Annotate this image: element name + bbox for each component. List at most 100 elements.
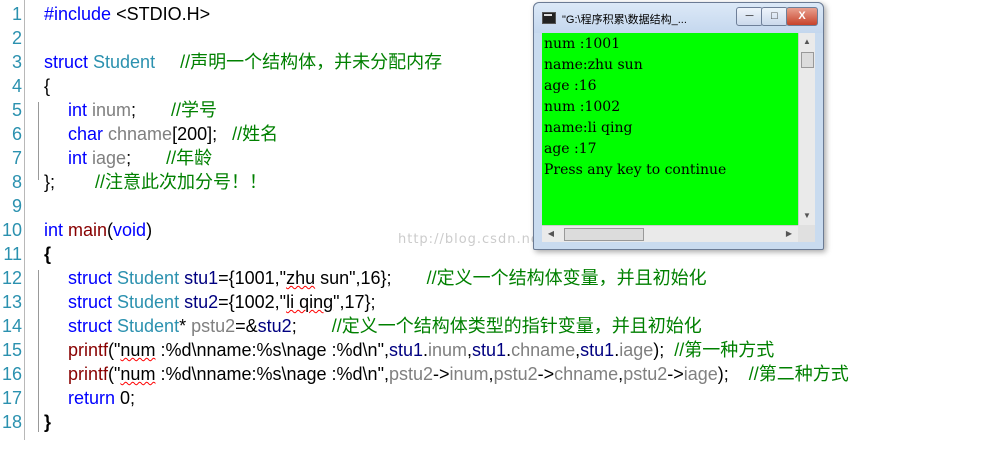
line-number: 4 [11, 76, 22, 96]
struct-name: Student [88, 52, 156, 72]
scroll-down-arrow-icon[interactable]: ▼ [799, 208, 815, 224]
line-number: 17 [1, 388, 22, 408]
horizontal-scrollbar[interactable]: ◀ ▶ [542, 225, 798, 242]
vertical-scrollbar[interactable]: ▲ ▼ [798, 33, 815, 225]
operator: =& [235, 316, 258, 336]
keyword: struct [68, 292, 113, 312]
line-number: 9 [11, 196, 22, 216]
member-ref: chname [554, 364, 619, 384]
variable-ref: stu1 [580, 340, 615, 360]
main-block-guide [38, 270, 39, 432]
resize-grip[interactable] [798, 225, 815, 242]
code-line-14: struct Student* pstu2=&stu2; //定义一个结构体类型… [44, 314, 702, 338]
line-number: 16 [1, 364, 22, 384]
struct-block-guide [38, 102, 39, 180]
punctuation: [200]; [172, 124, 218, 144]
variable-ref: pstu2 [388, 364, 434, 384]
line-number: 2 [11, 28, 22, 48]
code-editor[interactable]: 1 2 3 4 5 6 7 8 9 10 11 12 13 14 15 16 1… [0, 0, 988, 460]
punctuation: ); [653, 340, 665, 360]
include-header: <STDIO.H> [111, 4, 211, 24]
console-line: age :17 [544, 141, 597, 157]
console-window[interactable]: "G:\程序积累\数据结构_... ─ □ X num :1001 name:z… [533, 2, 824, 250]
console-line: name:zhu sun [544, 57, 643, 73]
return-value: 0; [115, 388, 136, 408]
watermark: http://blog.csdn.net/ [398, 232, 552, 247]
console-output[interactable]: num :1001 name:zhu sun age :16 num :1002… [542, 33, 798, 225]
code-line-4: { [44, 74, 50, 98]
gutter-divider [24, 0, 25, 440]
console-titlebar[interactable]: "G:\程序积累\数据结构_... ─ □ X [534, 3, 823, 33]
minimize-button[interactable]: ─ [736, 7, 763, 26]
struct-name: Student [112, 316, 180, 336]
keyword: void [113, 220, 147, 240]
keyword: struct [68, 268, 113, 288]
console-line: num :1002 [544, 99, 621, 115]
code-line-8: }; //注意此次加分号！！ [44, 170, 267, 194]
variable-name: stu2 [179, 292, 219, 312]
variable-name: pstu2 [186, 316, 236, 336]
code-line-12: struct Student stu1={1001,"zhu sun",16};… [44, 266, 707, 290]
code-line-5: int inum; //学号 [44, 98, 217, 122]
comment: //年龄 [131, 148, 213, 168]
comment: //定义一个结构体类型的指针变量，并且初始化 [296, 316, 702, 336]
maximize-button[interactable]: □ [761, 7, 788, 26]
operator: -> [433, 364, 450, 384]
console-line: age :16 [544, 78, 597, 94]
format-string: num [120, 364, 156, 384]
initializer: sun",16}; [315, 268, 392, 288]
line-number: 3 [11, 52, 22, 72]
code-line-16: printf("num :%d\nname:%s\nage :%d\n",pst… [44, 362, 849, 386]
code-line-3: struct Student //声明一个结构体，并未分配内存 [44, 50, 442, 74]
code-line-15: printf("num :%d\nname:%s\nage :%d\n",stu… [44, 338, 774, 362]
punctuation: ) [146, 220, 153, 240]
member-name: iage [87, 148, 127, 168]
line-number: 7 [11, 148, 22, 168]
member-ref: chname [511, 340, 576, 360]
variable-ref: pstu2 [493, 364, 538, 384]
scroll-left-arrow-icon[interactable]: ◀ [543, 226, 559, 242]
initializer: ={1002," [218, 292, 287, 312]
close-brace: }; [44, 172, 56, 192]
member-ref: iage [619, 340, 654, 360]
line-number: 14 [1, 316, 22, 336]
member-ref: inum [428, 340, 468, 360]
horizontal-scroll-thumb[interactable] [564, 228, 644, 241]
keyword: struct [68, 316, 113, 336]
variable-ref: stu1 [388, 340, 423, 360]
function-call: printf [68, 364, 109, 384]
struct-name: Student [112, 268, 180, 288]
format-string: :%d\nname:%s\nage :%d\n", [155, 340, 389, 360]
code-line-13: struct Student stu2={1002,"li qing",17}; [44, 290, 376, 314]
string-literal: li qing [286, 292, 334, 312]
keyword: int [68, 100, 88, 120]
comment: //学号 [136, 100, 218, 120]
keyword: struct [44, 52, 89, 72]
member-ref: inum [449, 364, 489, 384]
vertical-scroll-thumb[interactable] [801, 52, 814, 68]
scroll-right-arrow-icon[interactable]: ▶ [781, 226, 797, 242]
line-number: 11 [3, 244, 22, 264]
code-line-10: int main(void) [44, 218, 152, 242]
scroll-up-arrow-icon[interactable]: ▲ [799, 34, 815, 50]
close-button[interactable]: X [786, 7, 818, 26]
operator: -> [667, 364, 684, 384]
keyword: char [68, 124, 104, 144]
comment: //声明一个结构体，并未分配内存 [155, 52, 443, 72]
line-number: 15 [1, 340, 22, 360]
format-string: num [120, 340, 156, 360]
initializer: ={1001," [218, 268, 287, 288]
operator: -> [537, 364, 555, 384]
line-number: 12 [1, 268, 22, 288]
variable-ref: stu1 [472, 340, 507, 360]
code-line-17: return 0; [44, 386, 135, 410]
variable-name: stu1 [179, 268, 219, 288]
comment: //姓名 [217, 124, 279, 144]
line-number: 8 [11, 172, 22, 192]
string-literal: zhu [286, 268, 316, 288]
comment: //第二种方式 [728, 364, 849, 384]
line-number-gutter: 1 2 3 4 5 6 7 8 9 10 11 12 13 14 15 16 1… [0, 0, 24, 440]
punctuation: (" [108, 364, 121, 384]
keyword: int [44, 220, 64, 240]
variable-ref: pstu2 [623, 364, 668, 384]
